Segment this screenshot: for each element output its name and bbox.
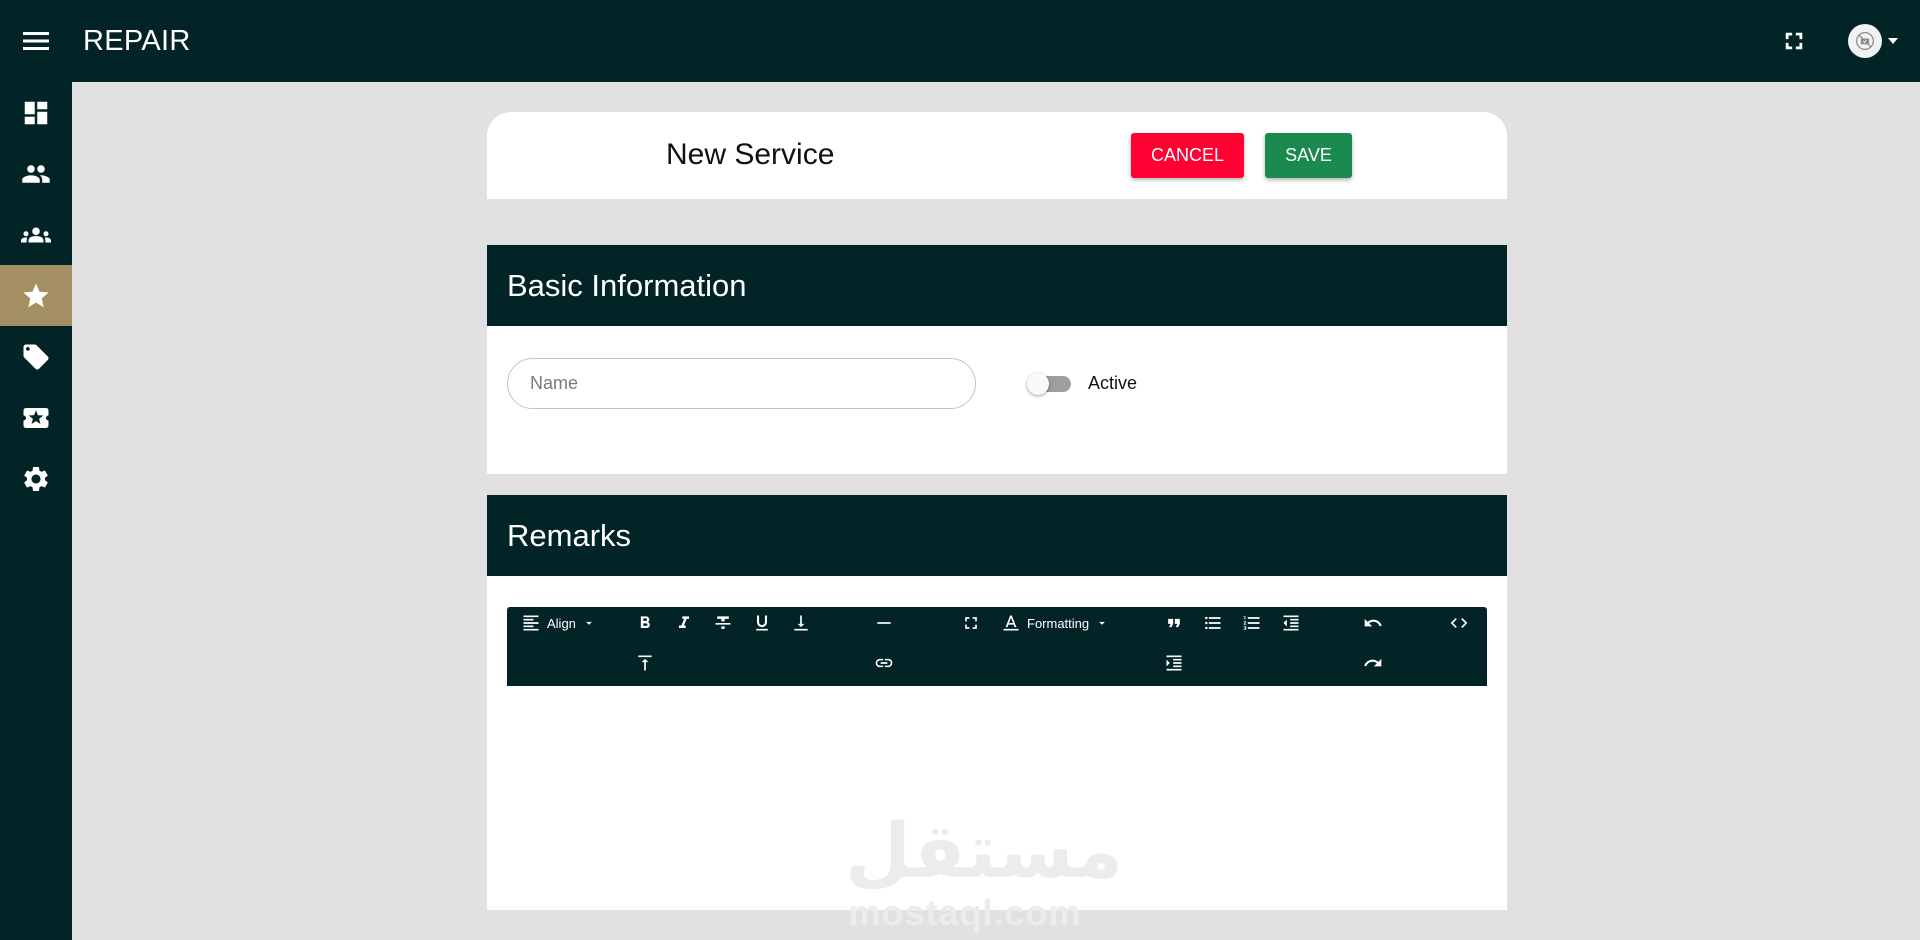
watermark-latin: mostaql.com xyxy=(848,892,1082,933)
strikethrough-button[interactable] xyxy=(711,611,735,635)
indent-button[interactable] xyxy=(1162,651,1186,675)
link-icon xyxy=(875,658,893,668)
topbar-actions xyxy=(1774,0,1898,82)
sidebar-item-settings[interactable] xyxy=(0,448,72,509)
formatting-dropdown[interactable]: Formatting xyxy=(1001,611,1109,635)
remarks-body: Align Formatting مستقل mostaql.com xyxy=(487,576,1507,933)
user-menu[interactable] xyxy=(1848,24,1898,58)
active-label: Active xyxy=(1088,373,1138,393)
redo-button[interactable] xyxy=(1361,651,1385,675)
bullet-list-icon xyxy=(1205,616,1221,630)
numbered-list-icon xyxy=(1243,616,1260,630)
dashboard-icon xyxy=(24,101,48,124)
people-icon xyxy=(22,164,50,183)
app-title: REPAIR xyxy=(83,24,191,57)
italic-icon xyxy=(679,616,689,628)
sidebar-item-customers[interactable] xyxy=(0,143,72,204)
undo-button[interactable] xyxy=(1361,611,1385,635)
code-icon xyxy=(1450,618,1468,628)
watermark-arabic: مستقل xyxy=(845,806,1123,895)
chevron-down-icon xyxy=(1099,621,1106,625)
basic-information-header: Basic Information xyxy=(487,245,1507,326)
indent-icon xyxy=(1166,655,1182,671)
sidebar-item-groups[interactable] xyxy=(0,204,72,265)
basic-information-body: Active xyxy=(487,326,1507,474)
star-icon xyxy=(23,283,49,307)
page-title: New Service xyxy=(666,138,835,171)
save-button[interactable]: SAVE xyxy=(1265,133,1352,178)
top-app-bar: REPAIR xyxy=(0,0,1920,82)
menu-button[interactable] xyxy=(0,0,72,82)
strikethrough-icon xyxy=(715,616,731,629)
bold-button[interactable] xyxy=(633,611,657,635)
fullscreen-button[interactable] xyxy=(1774,21,1814,61)
horizontal-rule-button[interactable] xyxy=(872,611,896,635)
fullscreen-icon xyxy=(1785,32,1803,50)
sidebar xyxy=(0,82,72,940)
chevron-down-icon xyxy=(1888,38,1898,44)
editor-toolbar: Align Formatting xyxy=(507,607,1487,686)
active-toggle[interactable] xyxy=(1027,373,1073,395)
outdent-button[interactable] xyxy=(1279,611,1303,635)
align-bottom-icon xyxy=(794,615,808,631)
subscript-button[interactable] xyxy=(789,611,813,635)
align-left-icon xyxy=(523,615,539,631)
italic-button[interactable] xyxy=(672,611,696,635)
align-label: Align xyxy=(547,615,576,631)
page-header-card: New Service CANCEL SAVE xyxy=(487,112,1507,199)
link-button[interactable] xyxy=(872,651,896,675)
redo-icon xyxy=(1364,658,1382,667)
cancel-button[interactable]: CANCEL xyxy=(1131,133,1244,178)
camera-off-icon xyxy=(1856,32,1874,50)
quote-icon xyxy=(1168,618,1180,628)
fullscreen-editor-button[interactable] xyxy=(959,611,983,635)
align-top-icon xyxy=(638,655,652,671)
blockquote-button[interactable] xyxy=(1162,611,1186,635)
horizontal-rule-icon xyxy=(877,622,891,624)
text-color-icon xyxy=(1003,615,1019,631)
gear-icon xyxy=(24,466,48,491)
underline-icon xyxy=(756,615,768,631)
hamburger-menu-icon xyxy=(23,32,49,50)
bullet-list-button[interactable] xyxy=(1201,611,1225,635)
outdent-icon xyxy=(1283,615,1299,631)
underline-button[interactable] xyxy=(750,611,774,635)
groups-icon xyxy=(21,227,51,242)
tag-icon xyxy=(23,344,49,369)
toggle-knob xyxy=(1027,373,1049,395)
chevron-down-icon xyxy=(586,621,592,625)
superscript-button[interactable] xyxy=(633,651,657,675)
formatting-label: Formatting xyxy=(1027,615,1090,631)
align-dropdown[interactable]: Align xyxy=(521,611,596,635)
remarks-header: Remarks xyxy=(487,495,1507,576)
sidebar-item-services[interactable] xyxy=(0,265,72,326)
numbered-list-button[interactable] xyxy=(1240,611,1264,635)
ticket-star-icon xyxy=(23,407,49,428)
avatar[interactable] xyxy=(1848,24,1882,58)
sidebar-item-tickets[interactable] xyxy=(0,387,72,448)
source-code-button[interactable] xyxy=(1447,611,1471,635)
undo-icon xyxy=(1364,618,1382,627)
fullscreen-icon xyxy=(965,617,977,629)
name-input[interactable] xyxy=(507,358,976,409)
sidebar-item-tags[interactable] xyxy=(0,326,72,387)
sidebar-item-dashboard[interactable] xyxy=(0,82,72,143)
bold-icon xyxy=(640,616,650,628)
